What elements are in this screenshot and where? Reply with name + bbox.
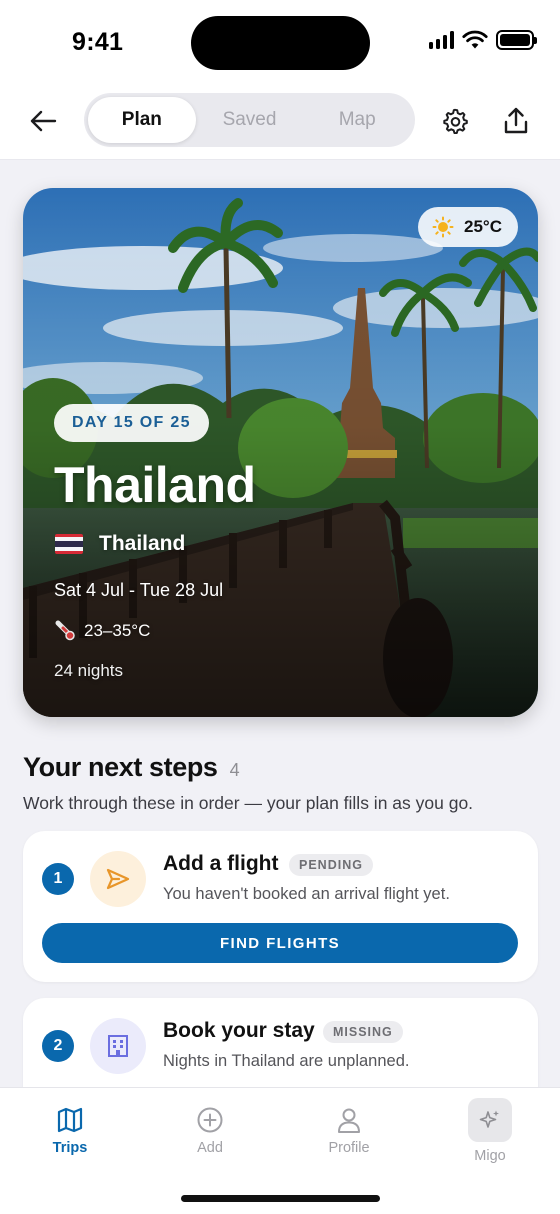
migo-icon-box xyxy=(468,1098,512,1142)
step-icon-badge xyxy=(90,1018,146,1074)
back-arrow-icon xyxy=(30,110,57,132)
plus-circle-icon xyxy=(197,1107,223,1133)
status-icons xyxy=(428,30,537,50)
nav-bar: Plan Saved Map xyxy=(0,84,560,160)
map-icon xyxy=(57,1107,83,1133)
back-button[interactable] xyxy=(26,104,60,138)
step-description: Nights in Thailand are unplanned. xyxy=(163,1052,410,1070)
gear-icon xyxy=(443,108,468,134)
tab-add[interactable]: Add xyxy=(160,1106,260,1156)
step-number: 1 xyxy=(42,863,74,895)
thailand-flag-icon xyxy=(55,534,83,554)
trip-dates: Sat 4 Jul - Tue 28 Jul xyxy=(54,580,224,600)
tab-plan[interactable]: Plan xyxy=(88,97,196,143)
view-segmented-control: Plan Saved Map xyxy=(84,93,415,147)
share-button[interactable] xyxy=(499,104,533,138)
trip-temp-range: 23–35°C xyxy=(84,621,151,640)
step-title: Add a flight xyxy=(163,852,279,875)
home-indicator xyxy=(181,1195,380,1202)
dynamic-island xyxy=(191,16,370,70)
tab-label: Migo xyxy=(474,1148,506,1164)
section-subtitle: Work through these in order — your plan … xyxy=(23,793,474,813)
step-icon-badge xyxy=(90,851,146,907)
status-badge: PENDING xyxy=(289,854,373,876)
person-icon xyxy=(338,1108,360,1133)
status-bar: 9:41 xyxy=(0,0,560,84)
status-badge: MISSING xyxy=(323,1021,403,1043)
tab-profile[interactable]: Profile xyxy=(299,1106,399,1156)
trip-country-label: Thailand xyxy=(99,532,186,555)
settings-button[interactable] xyxy=(438,104,472,138)
tab-saved[interactable]: Saved xyxy=(196,97,304,143)
section-title: Your next steps xyxy=(23,752,218,782)
share-icon xyxy=(504,107,528,134)
weather-badge: 25°C xyxy=(418,207,518,247)
step-description: You haven't booked an arrival flight yet… xyxy=(163,885,450,903)
trip-temperature: 23–35°C xyxy=(54,620,150,642)
weather-temp: 25°C xyxy=(464,217,502,236)
battery-icon xyxy=(496,30,537,50)
sun-icon xyxy=(432,216,454,238)
tab-map[interactable]: Map xyxy=(303,97,411,143)
cellular-signal-icon xyxy=(428,31,454,49)
tab-label: Trips xyxy=(52,1140,88,1156)
step-title: Book your stay xyxy=(163,1019,315,1042)
status-time: 9:41 xyxy=(72,28,124,56)
tab-label: Add xyxy=(197,1140,223,1156)
trip-title: Thailand xyxy=(54,457,256,513)
steps-count: 4 xyxy=(229,760,240,780)
trip-country: Thailand xyxy=(55,532,185,556)
tab-migo[interactable]: Migo xyxy=(440,1098,540,1164)
trip-nights: 24 nights xyxy=(54,661,123,680)
tab-label: Profile xyxy=(328,1140,370,1156)
tab-trips[interactable]: Trips xyxy=(20,1106,120,1156)
wifi-icon xyxy=(462,30,488,49)
trip-day-badge: DAY 15 OF 25 xyxy=(54,404,209,442)
trip-hero-card[interactable]: 25°C DAY 15 OF 25 Thailand Thailand Sat … xyxy=(23,188,538,717)
step-number: 2 xyxy=(42,1030,74,1062)
step-card-flight[interactable]: 1 Add a flight PENDING You haven't booke… xyxy=(23,831,538,982)
paper-plane-icon xyxy=(106,868,130,890)
find-flights-button[interactable]: FIND FLIGHTS xyxy=(42,923,518,963)
sparkle-icon xyxy=(479,1110,499,1128)
next-steps-header: Your next steps 4 xyxy=(23,752,240,783)
building-icon xyxy=(108,1035,128,1057)
thermometer-icon xyxy=(55,620,75,641)
